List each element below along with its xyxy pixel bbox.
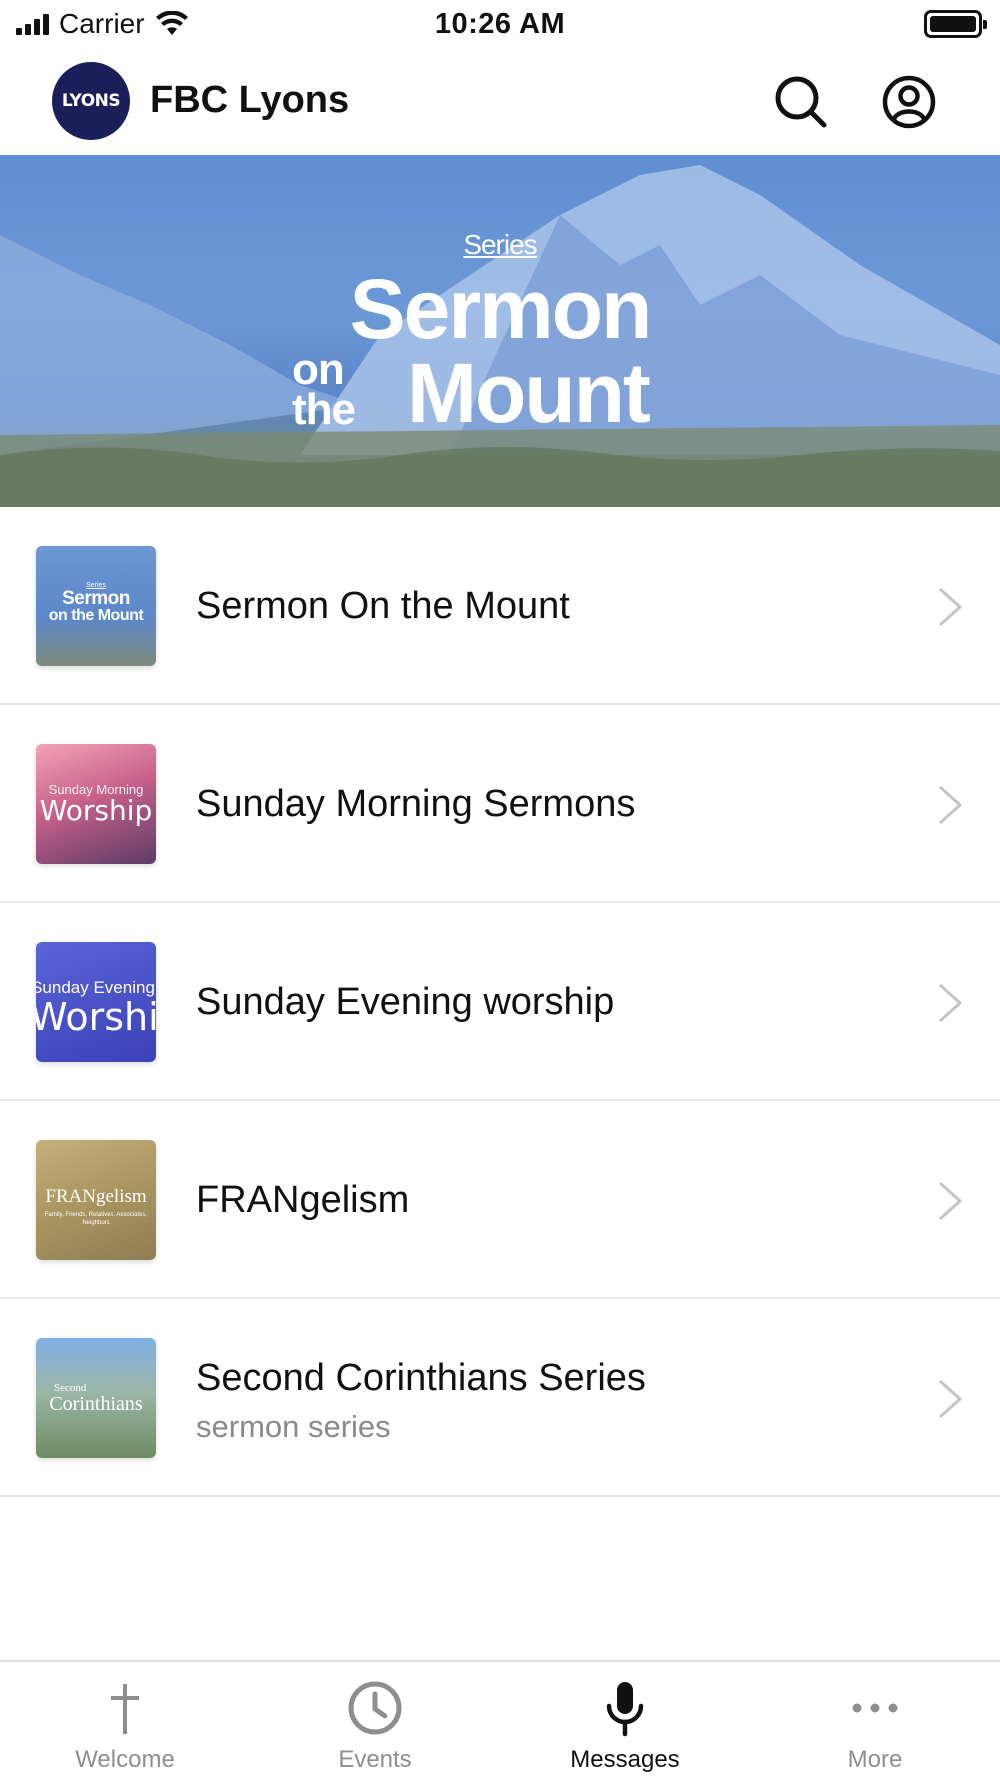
thumb-line2: Corinthians	[49, 1393, 143, 1415]
tab-events[interactable]: Events	[250, 1662, 500, 1778]
thumb-line2: on the Mount	[48, 607, 144, 624]
clock-icon	[348, 1681, 402, 1735]
hero-banner[interactable]: Series Sermon on the Mount	[0, 155, 1000, 507]
thumb-line1: Sunday Evening	[36, 978, 155, 997]
chevron-right-icon	[938, 1379, 963, 1419]
chevron-right-icon	[938, 785, 963, 825]
tab-more[interactable]: More	[750, 1662, 1000, 1778]
app-title: FBC Lyons	[150, 79, 350, 121]
battery-icon	[924, 10, 987, 38]
hero-title-sermon: Sermon	[349, 262, 653, 356]
thumb-kicker: Series	[86, 582, 106, 589]
hero-title-on: on	[292, 345, 345, 394]
profile-icon[interactable]	[880, 73, 938, 131]
list-item[interactable]: Series Sermon on the Mount Sermon On the…	[0, 507, 1000, 705]
series-thumbnail: FRANgelism Family, Friends, Relatives, A…	[36, 1140, 156, 1260]
series-title: Second Corinthians Series	[196, 1357, 646, 1399]
series-title: Sunday Evening worship	[196, 981, 615, 1023]
tab-label: Messages	[570, 1746, 680, 1773]
cross-icon	[111, 1684, 139, 1734]
list-item[interactable]: FRANgelism Family, Friends, Relatives, A…	[0, 1101, 1000, 1299]
series-thumbnail: Series Sermon on the Mount	[36, 546, 156, 666]
series-subtitle: sermon series	[196, 1409, 391, 1444]
series-title: Sermon On the Mount	[196, 585, 570, 627]
chevron-right-icon	[938, 587, 963, 627]
tab-label: More	[847, 1746, 903, 1773]
series-thumbnail: Second Corinthians	[36, 1338, 156, 1458]
hero-kicker: Series	[463, 229, 537, 260]
thumb-line1: FRANgelism	[45, 1186, 147, 1207]
hero-title-mount: Mount	[407, 346, 651, 440]
church-logo[interactable]: LYONS	[52, 62, 130, 140]
app-header: LYONS FBC Lyons	[0, 55, 1000, 155]
search-icon[interactable]	[772, 73, 830, 131]
hero-title-the: the	[292, 385, 356, 434]
microphone-icon	[606, 1682, 644, 1737]
thumb-line2: Worship	[39, 794, 153, 827]
list-item[interactable]: Second Corinthians Second Corinthians Se…	[0, 1299, 1000, 1497]
status-time: 10:26 AM	[434, 8, 566, 40]
tab-label: Events	[338, 1746, 412, 1773]
thumb-line2: Family, Friends, Relatives, Associates, …	[44, 1212, 148, 1226]
chevron-right-icon	[938, 1181, 963, 1221]
list-item[interactable]: Sunday Evening Worship Sunday Evening wo…	[0, 903, 1000, 1101]
tab-messages[interactable]: Messages	[500, 1662, 750, 1778]
thumb-line1: Sermon	[62, 588, 130, 609]
thumb-line1: Sunday Morning	[48, 782, 144, 797]
series-thumbnail: Sunday Morning Worship	[36, 744, 156, 864]
thumb-line2: Worship	[36, 995, 156, 1039]
tab-bar: Welcome Events Messages More	[0, 1660, 1000, 1778]
series-list: Series Sermon on the Mount Sermon On the…	[0, 507, 1000, 1497]
tab-welcome[interactable]: Welcome	[0, 1662, 250, 1778]
ellipsis-icon	[852, 1703, 898, 1713]
status-bar: Carrier 10:26 AM	[0, 0, 1000, 50]
thumb-line1: Second	[54, 1382, 87, 1394]
series-title: FRANgelism	[196, 1179, 410, 1221]
chevron-right-icon	[938, 983, 963, 1023]
tab-label: Welcome	[75, 1746, 175, 1773]
list-item[interactable]: Sunday Morning Worship Sunday Morning Se…	[0, 705, 1000, 903]
series-thumbnail: Sunday Evening Worship	[36, 942, 156, 1062]
series-title: Sunday Morning Sermons	[196, 783, 636, 825]
